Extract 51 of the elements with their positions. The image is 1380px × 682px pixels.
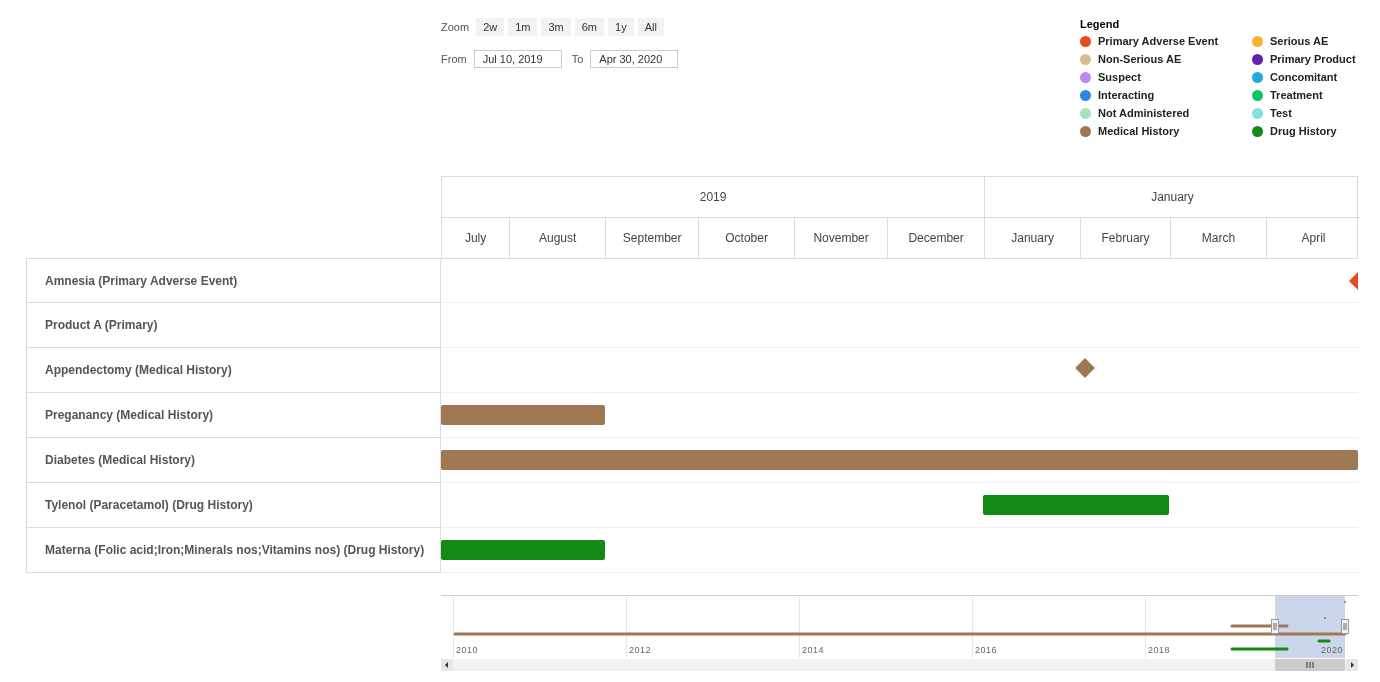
zoom-button[interactable]: 1y (608, 18, 634, 36)
month-header: February (1081, 218, 1171, 258)
legend-title: Legend (1080, 18, 1120, 30)
legend-label: Primary Product (1270, 53, 1356, 65)
axis-year-label: 2018 (1148, 645, 1171, 655)
legend-label: Suspect (1098, 71, 1141, 83)
row-label: Preganancy (Medical History) (26, 393, 441, 438)
year-header: January (985, 177, 1360, 218)
axis-year-label: 2020 (1321, 645, 1344, 655)
month-header: December (907, 230, 965, 247)
month-header: January (985, 218, 1082, 258)
zoom-label: Zoom (441, 21, 470, 33)
month-header: July (442, 218, 511, 258)
row-label: Product A (Primary) (26, 303, 441, 348)
zoom-button[interactable]: 3m (541, 18, 571, 36)
axis-year-label: 2010 (456, 645, 479, 655)
axis-year-label: 2014 (802, 645, 825, 655)
zoom-button[interactable]: All (637, 18, 664, 36)
month-header: November (795, 218, 889, 258)
navigator-drawing[interactable] (453, 596, 1349, 658)
row-label: Tylenol (Paracetamol) (Drug History) (26, 483, 441, 528)
axis-year-label: 2016 (975, 645, 998, 655)
legend-label: Medical History (1098, 125, 1180, 137)
zoom-button[interactable]: 2w (476, 18, 505, 36)
month-header: September (606, 218, 700, 258)
from-label: From (441, 53, 467, 65)
legend-label: Serious AE (1270, 35, 1329, 47)
legend-label: Non-Serious AE (1098, 53, 1182, 65)
row-label: Appendectomy (Medical History) (26, 348, 441, 393)
row-label: Materna (Folic acid;Iron;Minerals nos;Vitamins nos) (Drug History) (26, 528, 441, 573)
legend-label: Not Administered (1098, 107, 1190, 119)
scrollbar[interactable] (441, 659, 1358, 671)
month-header: April (1300, 230, 1327, 247)
year-header: 2019 (442, 177, 985, 218)
row-label: Amnesia (Primary Adverse Event) (26, 258, 441, 303)
row-label: Diabetes (Medical History) (26, 438, 441, 483)
legend-label: Primary Adverse Event (1098, 35, 1219, 47)
axis-year-label: 2012 (629, 645, 652, 655)
zoom-button[interactable]: 1m (508, 18, 538, 36)
legend-label: Interacting (1098, 89, 1155, 101)
legend-label: Treatment (1270, 89, 1323, 101)
to-date-field[interactable]: Apr 30, 2020 (590, 50, 679, 68)
legend-label: Concomitant (1270, 71, 1338, 83)
month-header: March (1170, 218, 1267, 258)
month-header: August (510, 218, 607, 258)
month-header: October (699, 218, 796, 258)
legend-label: Drug History (1270, 125, 1337, 137)
legend-label: Test (1270, 107, 1292, 119)
zoom-button[interactable]: 6m (574, 18, 605, 36)
to-label: To (571, 53, 584, 65)
from-date-field[interactable]: Jul 10, 2019 (473, 50, 562, 68)
